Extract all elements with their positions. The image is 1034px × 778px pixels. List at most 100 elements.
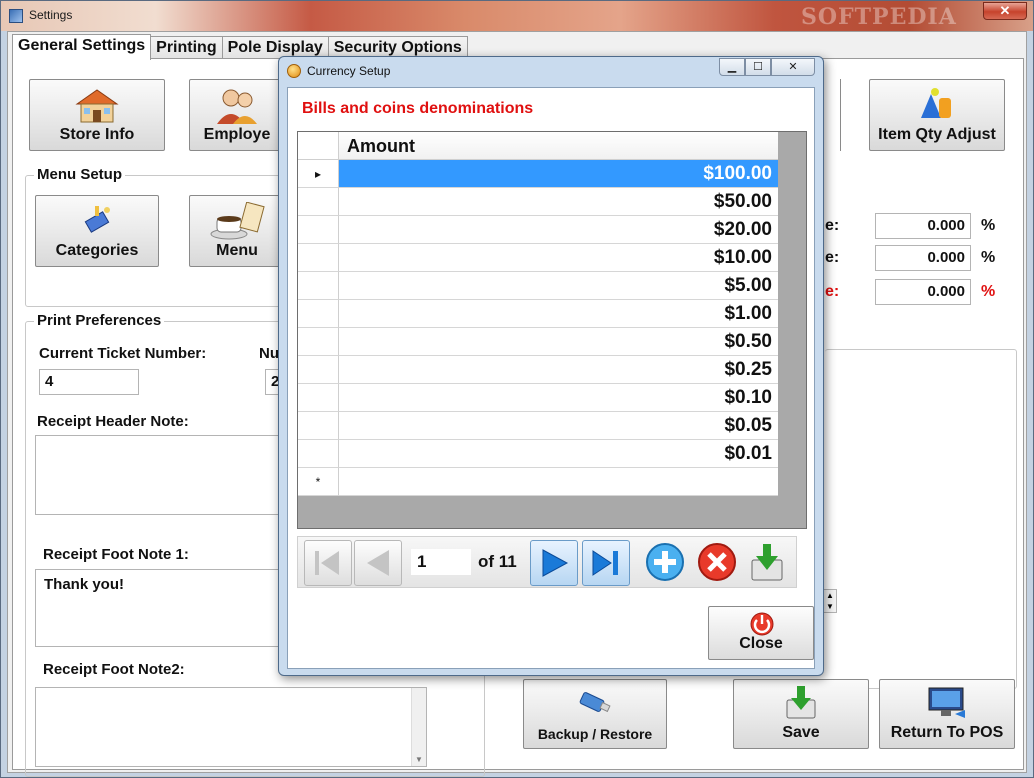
foot-note2-textarea[interactable] [35, 687, 427, 767]
close-button[interactable]: Close [708, 606, 814, 660]
foot-note2-scrollbar[interactable]: ▼ [411, 688, 426, 766]
row-header[interactable] [298, 244, 339, 272]
current-ticket-label: Current Ticket Number: [39, 345, 207, 362]
table-row[interactable]: $0.10 [298, 384, 778, 412]
row-header[interactable] [298, 412, 339, 440]
grid-corner [298, 132, 339, 160]
row-header[interactable] [298, 356, 339, 384]
previous-record-button[interactable] [354, 540, 402, 586]
table-row[interactable]: $0.01 [298, 440, 778, 468]
add-icon [646, 543, 684, 581]
amount-cell[interactable]: $0.10 [339, 384, 778, 412]
amount-cell[interactable]: $100.00 [339, 160, 778, 188]
save-record-button[interactable] [744, 540, 792, 586]
amount-cell[interactable]: $5.00 [339, 272, 778, 300]
monitor-icon [928, 687, 965, 718]
amount-cell[interactable]: $50.00 [339, 188, 778, 216]
table-row[interactable]: $20.00 [298, 216, 778, 244]
menu-button[interactable]: Menu [189, 195, 285, 267]
tax-field-3[interactable]: 0.000 [875, 279, 971, 305]
return-to-pos-label: Return To POS [890, 724, 1004, 741]
maximize-icon[interactable]: ☐ [745, 58, 771, 76]
first-record-icon [315, 551, 339, 575]
save-download-icon [786, 686, 816, 719]
current-ticket-input[interactable]: 4 [39, 369, 139, 395]
store-info-button[interactable]: Store Info [29, 79, 165, 151]
add-record-button[interactable] [642, 540, 690, 586]
new-row[interactable]: * [298, 468, 778, 496]
tax-unit-3: % [981, 283, 996, 300]
dialog-title: Currency Setup [307, 64, 391, 78]
receipt-header-textarea[interactable] [35, 435, 295, 515]
last-record-button[interactable] [582, 540, 630, 586]
table-row[interactable]: $5.00 [298, 272, 778, 300]
dialog-close-icon[interactable]: ✕ [771, 58, 815, 76]
amount-cell[interactable]: $0.01 [339, 440, 778, 468]
row-header[interactable] [298, 188, 339, 216]
item-qty-adjust-button[interactable]: Item Qty Adjust [869, 79, 1005, 151]
foot-note1-textarea[interactable]: Thank you! [35, 569, 295, 647]
categories-button[interactable]: Categories [35, 195, 159, 267]
save-button[interactable]: Save [733, 679, 869, 749]
tab-printing[interactable]: Printing [150, 36, 223, 60]
stepper-arrows-icon[interactable]: ▲ ▼ [823, 589, 837, 613]
employees-label: Employe [203, 126, 271, 143]
tax-unit-2: % [981, 249, 996, 266]
record-navigator: of 11 [297, 536, 797, 588]
row-header[interactable] [298, 440, 339, 468]
amount-cell[interactable]: $0.05 [339, 412, 778, 440]
new-row-cell[interactable] [339, 468, 778, 496]
backup-restore-button[interactable]: Backup / Restore [523, 679, 667, 749]
tax-field-2[interactable]: 0.000 [875, 245, 971, 271]
row-header[interactable] [298, 300, 339, 328]
row-header[interactable] [298, 216, 339, 244]
amount-column-header[interactable]: Amount [339, 132, 778, 160]
next-record-button[interactable] [530, 540, 578, 586]
last-record-icon [592, 550, 618, 576]
delete-record-button[interactable] [694, 540, 742, 586]
scroll-down-icon[interactable]: ▼ [415, 755, 423, 764]
row-header[interactable]: ▸ [298, 160, 339, 188]
table-row[interactable]: $0.25 [298, 356, 778, 384]
tax-field-1[interactable]: 0.000 [875, 213, 971, 239]
row-header[interactable] [298, 328, 339, 356]
save-label: Save [782, 724, 820, 741]
minimize-icon[interactable]: ▁ [719, 58, 745, 76]
employees-button[interactable]: Employe [189, 79, 285, 151]
record-position-input[interactable] [411, 549, 471, 575]
table-row[interactable]: $0.50 [298, 328, 778, 356]
delete-icon [698, 543, 736, 581]
tab-general-settings[interactable]: General Settings [12, 34, 152, 60]
table-row[interactable]: $1.00 [298, 300, 778, 328]
row-header[interactable] [298, 272, 339, 300]
menu-coffee-icon [210, 202, 265, 240]
receipt-header-label: Receipt Header Note: [37, 413, 189, 430]
usb-drive-icon [579, 692, 611, 713]
categories-icon [84, 206, 110, 233]
backup-restore-label: Backup / Restore [537, 726, 653, 742]
currency-setup-dialog: Currency Setup ▁ ☐ ✕ Bills and coins den… [278, 56, 824, 676]
first-record-button[interactable] [304, 540, 352, 586]
new-row-marker: * [298, 468, 339, 496]
item-qty-adjust-label: Item Qty Adjust [878, 126, 996, 143]
row-header[interactable] [298, 384, 339, 412]
store-icon [75, 89, 119, 123]
amount-cell[interactable]: $10.00 [339, 244, 778, 272]
window-title: Settings [29, 8, 73, 22]
return-to-pos-button[interactable]: Return To POS [879, 679, 1015, 749]
table-row[interactable]: $50.00 [298, 188, 778, 216]
window-close-button[interactable]: ✕ [983, 2, 1027, 20]
foot-note1-label: Receipt Foot Note 1: [43, 546, 189, 563]
amount-cell[interactable]: $20.00 [339, 216, 778, 244]
table-row[interactable]: $10.00 [298, 244, 778, 272]
amount-cell[interactable]: $0.25 [339, 356, 778, 384]
denominations-heading: Bills and coins denominations [302, 100, 534, 117]
amount-cell[interactable]: $1.00 [339, 300, 778, 328]
record-count-text: of 11 [478, 552, 517, 571]
table-row[interactable]: ▸ $100.00 [298, 160, 778, 188]
title-bar[interactable]: Settings SOFTPEDIA ✕ [1, 1, 1033, 31]
table-row[interactable]: $0.05 [298, 412, 778, 440]
amount-cell[interactable]: $0.50 [339, 328, 778, 356]
grid-rows: ▸ $100.00 $50.00 $20.00 $10.00 $5.00 $1.00 $0.5… [298, 160, 778, 496]
categories-label: Categories [55, 242, 139, 259]
